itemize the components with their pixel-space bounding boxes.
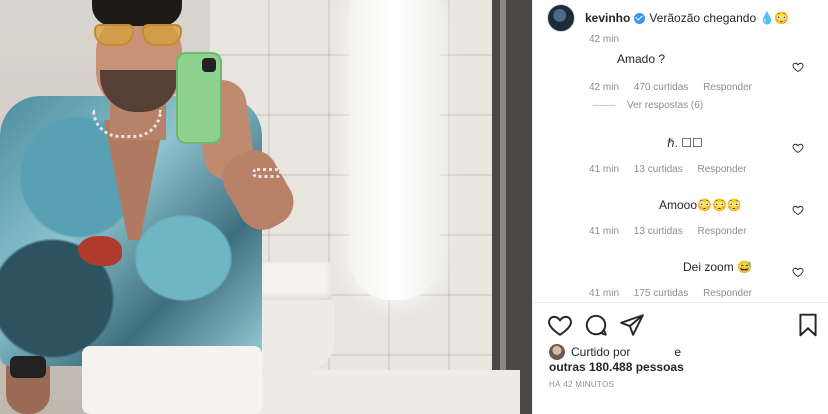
- action-bar: [547, 312, 821, 340]
- comment-meta: 42 min 470 curtidas Responder: [589, 82, 819, 93]
- reply-button[interactable]: Responder: [698, 226, 747, 237]
- comment-item: Amooo😳😳😳 41 min 13 curtidas Responder: [589, 198, 819, 237]
- reply-button[interactable]: Responder: [698, 164, 747, 175]
- reply-button[interactable]: Responder: [703, 288, 752, 299]
- likes-count[interactable]: outras 180.488 pessoas: [549, 360, 684, 374]
- post-age: HÁ 42 MINUTOS: [549, 380, 615, 389]
- person-hair: [92, 0, 182, 26]
- person-pants: [82, 346, 262, 414]
- post-photo[interactable]: [0, 0, 532, 414]
- post-time: 42 min: [589, 34, 620, 45]
- avatar[interactable]: [547, 4, 575, 32]
- replies-dash: [593, 105, 615, 106]
- bookmark-icon[interactable]: [795, 312, 821, 338]
- heart-icon[interactable]: [792, 141, 804, 154]
- liked-by-suffix: e: [674, 345, 682, 359]
- verified-badge-icon: [634, 12, 646, 24]
- heart-icon[interactable]: [792, 265, 804, 278]
- person-bracelet: [252, 168, 282, 178]
- liked-by-label: Curtido por: [571, 345, 631, 359]
- comment-likes[interactable]: 13 curtidas: [634, 164, 683, 175]
- comment-text: ℏ. ☐☐: [667, 136, 703, 150]
- comment-time: 42 min: [589, 82, 620, 93]
- heart-icon[interactable]: [792, 203, 804, 216]
- comment-meta: 41 min 175 curtidas Responder: [589, 288, 819, 299]
- share-icon[interactable]: [619, 312, 645, 338]
- liked-by: Curtido por e: [549, 344, 681, 360]
- comment-text: Dei zoom 😅: [683, 260, 752, 274]
- mirror-light: [350, 0, 440, 300]
- comments-panel: kevinho Verãozão chegando 💧😳 42 min Amad…: [532, 0, 828, 414]
- sink: [220, 370, 520, 414]
- actions-divider: [533, 302, 828, 303]
- person-sunglasses: [94, 24, 186, 48]
- comment-likes[interactable]: 175 curtidas: [634, 288, 688, 299]
- comment-likes[interactable]: 470 curtidas: [634, 82, 688, 93]
- heart-icon[interactable]: [792, 60, 804, 73]
- comment-time: 41 min: [589, 288, 620, 299]
- comment-time: 41 min: [589, 164, 620, 175]
- comment-text: Amooo😳😳😳: [659, 198, 742, 212]
- comment-meta: 41 min 13 curtidas Responder: [589, 226, 819, 237]
- heart-icon[interactable]: [547, 312, 573, 338]
- comment-likes[interactable]: 13 curtidas: [634, 226, 683, 237]
- reply-button[interactable]: Responder: [703, 82, 752, 93]
- username[interactable]: kevinho: [585, 11, 630, 25]
- comment-item: ℏ. ☐☐ 41 min 13 curtidas Responder: [589, 136, 819, 175]
- comment-item: Dei zoom 😅 41 min 175 curtidas Responder: [589, 260, 819, 299]
- mirror-edge: [500, 0, 506, 414]
- avatar[interactable]: [549, 344, 565, 360]
- comment-item: Amado ? 42 min 470 curtidas Responder: [589, 52, 819, 93]
- post-header: kevinho Verãozão chegando 💧😳: [547, 4, 789, 32]
- comment-time: 41 min: [589, 226, 620, 237]
- comment-icon[interactable]: [583, 312, 609, 338]
- phone: [176, 52, 222, 144]
- post-caption: Verãozão chegando 💧😳: [649, 11, 790, 25]
- person-watch: [10, 356, 46, 378]
- shirt-bird-print: [78, 236, 122, 266]
- comment-text: Amado ?: [617, 52, 666, 66]
- dark-wall: [492, 0, 532, 414]
- view-replies-label[interactable]: Ver respostas (6): [627, 100, 703, 111]
- comment-meta: 41 min 13 curtidas Responder: [589, 164, 819, 175]
- view-replies[interactable]: Ver respostas (6): [593, 100, 703, 111]
